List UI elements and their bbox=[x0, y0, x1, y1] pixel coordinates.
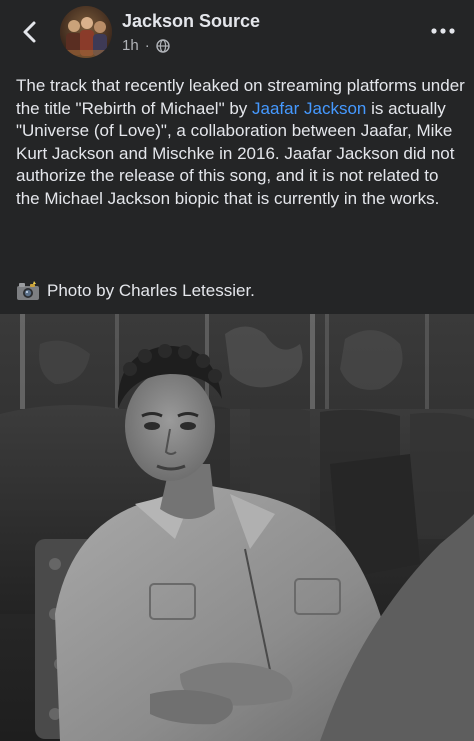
back-button[interactable] bbox=[12, 14, 48, 50]
page-avatar[interactable] bbox=[60, 6, 112, 58]
mention-link[interactable]: Jaafar Jackson bbox=[252, 99, 366, 118]
post-meta: 1h · bbox=[122, 37, 170, 54]
page-name[interactable]: Jackson Source bbox=[122, 11, 260, 32]
globe-icon bbox=[155, 38, 170, 53]
camera-flash-icon bbox=[17, 281, 39, 300]
post-timestamp[interactable]: 1h bbox=[122, 37, 139, 54]
more-options-button[interactable] bbox=[426, 18, 460, 44]
photo-credit: Photo by Charles Letessier. bbox=[16, 280, 255, 302]
chevron-left-icon bbox=[23, 21, 36, 43]
post-photo[interactable] bbox=[0, 314, 474, 741]
meta-separator: · bbox=[144, 37, 150, 54]
post-header: Jackson Source 1h · bbox=[0, 0, 474, 66]
post-text: The track that recently leaked on stream… bbox=[16, 75, 466, 211]
photo-credit-text: Photo by Charles Letessier. bbox=[47, 281, 255, 300]
more-horizontal-icon bbox=[431, 28, 455, 34]
